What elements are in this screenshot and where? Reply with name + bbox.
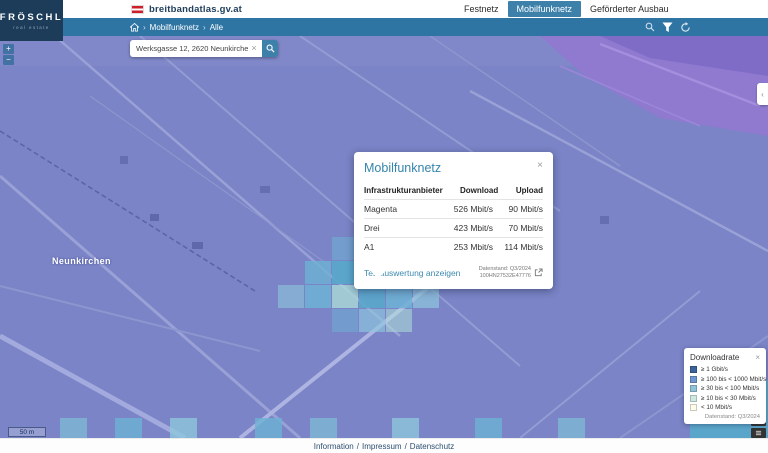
legend-label: ≥ 30 bis < 100 Mbit/s — [701, 385, 759, 392]
footer-separator: / — [357, 442, 359, 451]
legend-label: ≥ 100 bis < 1000 Mbit/s — [701, 376, 766, 383]
search-input[interactable] — [130, 40, 262, 57]
legend-label: < 10 Mbit/s — [701, 404, 732, 411]
clear-search-icon[interactable]: × — [249, 43, 259, 53]
legend-label: ≥ 10 bis < 30 Mbit/s — [701, 395, 756, 402]
filter-icon[interactable] — [662, 22, 673, 33]
legend-swatch — [690, 404, 697, 411]
home-icon[interactable] — [130, 23, 139, 32]
breadcrumb-mobilfunknetz[interactable]: Mobilfunknetz — [150, 23, 199, 32]
legend-swatch — [690, 395, 697, 402]
col-header-download: Download — [443, 186, 499, 195]
legend-label: ≥ 1 Gbit/s — [701, 366, 728, 373]
zoom-out-button[interactable]: − — [3, 55, 14, 65]
popup-close-icon[interactable]: × — [537, 161, 543, 171]
table-row: Drei 423 Mbit/s 70 Mbit/s — [364, 219, 543, 238]
search-button-icon — [266, 44, 275, 53]
popup-title: Mobilfunknetz — [364, 161, 441, 175]
legend-title: Downloadrate — [690, 353, 739, 362]
legend-item: ≥ 1 Gbit/s — [690, 366, 760, 373]
map-toolbar: › Mobilfunknetz › Alle — [63, 18, 768, 36]
top-header: breitbandatlas.gv.at Festnetz Mobilfunkn… — [63, 0, 768, 18]
froeschl-logo: FRÖSCHL real estate — [0, 0, 63, 41]
legend-close-icon[interactable]: × — [755, 354, 760, 362]
provider-name: Magenta — [364, 204, 431, 214]
breadcrumb-separator: › — [143, 23, 146, 32]
download-rate-legend: Downloadrate × ≥ 1 Gbit/s ≥ 100 bis < 10… — [684, 348, 766, 424]
map-place-label: Neunkirchen — [52, 256, 111, 266]
scale-label: 50 m — [20, 429, 34, 436]
toolbar-icons — [644, 22, 691, 33]
page-footer: Information / Impressum / Datenschutz — [0, 438, 768, 453]
legend-swatch — [690, 376, 697, 383]
col-header-provider: Infrastrukturanbieter — [364, 186, 443, 195]
logo-brand-text: FRÖSCHL — [0, 12, 63, 23]
download-value: 253 Mbit/s — [431, 242, 493, 252]
breadcrumb-alle[interactable]: Alle — [210, 23, 223, 32]
legend-item: ≥ 100 bis < 1000 Mbit/s — [690, 376, 760, 383]
col-header-upload: Upload — [498, 186, 543, 195]
zoom-controls: + − — [3, 44, 14, 65]
legend-swatch — [690, 385, 697, 392]
grid-cell-id: 100HN27532E47776 — [479, 273, 531, 280]
upload-value: 114 Mbit/s — [493, 242, 543, 252]
nav-tab-mobilfunknetz[interactable]: Mobilfunknetz — [508, 1, 582, 17]
upload-value: 70 Mbit/s — [493, 223, 543, 233]
legend-item: ≥ 30 bis < 100 Mbit/s — [690, 385, 760, 392]
panel-collapse-tab[interactable]: ‹ — [757, 83, 768, 105]
provider-name: A1 — [364, 242, 431, 252]
footer-link-information[interactable]: Information — [314, 442, 354, 451]
legend-datenstand: Datenstand: Q3/2024 — [690, 414, 760, 420]
table-row: A1 253 Mbit/s 114 Mbit/s — [364, 238, 543, 256]
datenstand-block: Datenstand: Q3/2024 100HN27532E47776 — [479, 264, 543, 282]
site-identity[interactable]: breitbandatlas.gv.at — [131, 4, 242, 15]
popup-datenstand: Datenstand: Q3/2024 — [479, 266, 531, 273]
breadcrumb: › Mobilfunknetz › Alle — [130, 23, 223, 32]
austria-flag-icon — [131, 5, 144, 14]
lines-icon — [755, 430, 762, 436]
logo-tagline: real estate — [13, 25, 49, 30]
breitbandatlas-app: Neunkirchen FRÖSCHL real estate breitban… — [0, 0, 768, 453]
map-control-button-2[interactable] — [751, 428, 766, 438]
footer-link-datenschutz[interactable]: Datenschutz — [410, 442, 454, 451]
legend-item: < 10 Mbit/s — [690, 404, 760, 411]
download-value: 423 Mbit/s — [431, 223, 493, 233]
zoom-in-button[interactable]: + — [3, 44, 14, 54]
share-position-icon[interactable] — [534, 264, 543, 282]
search-icon[interactable] — [644, 22, 655, 33]
table-header-row: Infrastrukturanbieter Download Upload — [364, 182, 543, 200]
address-search: × — [130, 40, 278, 57]
provider-table: Infrastrukturanbieter Download Upload Ma… — [364, 182, 543, 256]
map-scale-bar: 50 m — [8, 427, 46, 437]
nav-tab-festnetz[interactable]: Festnetz — [455, 1, 508, 17]
legend-item: ≥ 10 bis < 30 Mbit/s — [690, 395, 760, 402]
footer-link-impressum[interactable]: Impressum — [362, 442, 402, 451]
footer-separator: / — [405, 442, 407, 451]
popup-tail — [366, 266, 390, 279]
search-button[interactable] — [262, 40, 278, 57]
main-nav: Festnetz Mobilfunknetz Geförderter Ausba… — [455, 0, 678, 18]
reset-view-icon[interactable] — [680, 22, 691, 33]
table-row: Magenta 526 Mbit/s 90 Mbit/s — [364, 200, 543, 219]
upload-value: 90 Mbit/s — [493, 204, 543, 214]
nav-tab-gefoerderter-ausbau[interactable]: Geförderter Ausbau — [581, 1, 678, 17]
provider-name: Drei — [364, 223, 431, 233]
legend-swatch — [690, 366, 697, 373]
breadcrumb-separator: › — [203, 23, 206, 32]
download-value: 526 Mbit/s — [431, 204, 493, 214]
site-title: breitbandatlas.gv.at — [149, 4, 242, 15]
chevron-left-icon: ‹ — [761, 90, 764, 99]
